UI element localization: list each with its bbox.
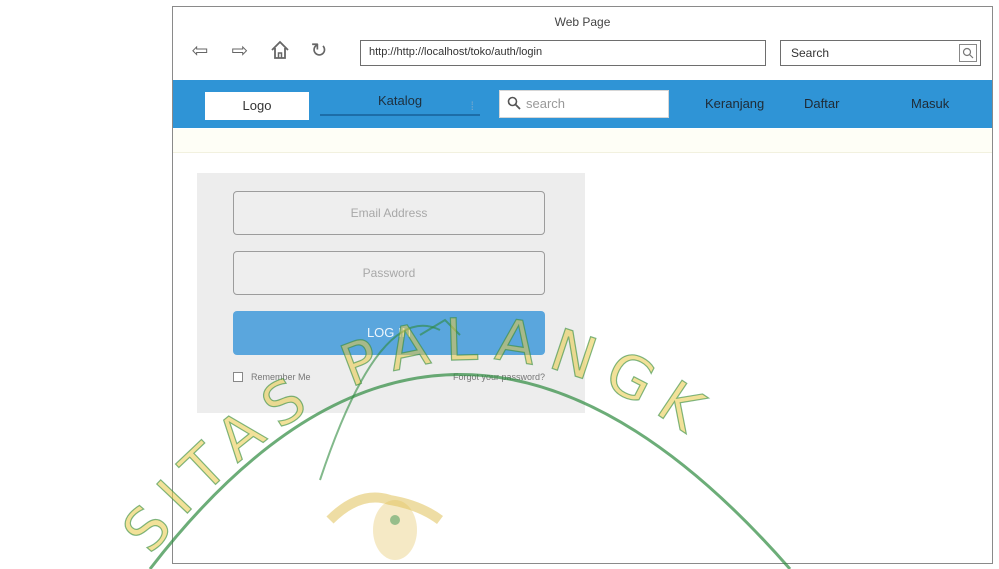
password-field[interactable]: Password [233,251,545,295]
site-search-input[interactable]: search [499,90,669,118]
nav-link-masuk[interactable]: Masuk [911,96,949,111]
login-card: Email Address Password LOG IN Remember M… [197,173,585,413]
search-icon[interactable] [959,44,977,62]
browser-search-field[interactable]: Search [780,40,981,66]
site-navbar: Logo Katalog ⁞ search Keranjang Daftar M… [173,80,992,128]
nav-link-keranjang[interactable]: Keranjang [705,96,764,111]
remember-row: Remember Me Forgot your password? [233,370,545,386]
forward-arrow-icon[interactable]: ⇨ [227,37,253,63]
nav-link-daftar[interactable]: Daftar [804,96,839,111]
katalog-label: Katalog [377,93,423,108]
browser-search-text: Search [791,46,830,60]
remember-label: Remember Me [251,372,311,382]
window-title: Web Page [554,15,611,29]
back-arrow-icon[interactable]: ⇦ [187,37,213,63]
email-field[interactable]: Email Address [233,191,545,235]
url-bar[interactable]: http://http://localhost/toko/auth/login [360,40,766,66]
content-top-band [173,129,992,153]
site-logo[interactable]: Logo [205,92,309,120]
home-icon[interactable] [267,37,293,63]
forgot-password-link[interactable]: Forgot your password? [453,372,545,382]
katalog-dropdown[interactable]: Katalog ⁞ [320,88,480,116]
browser-window: Web Page ⇦ ⇨ ↻ http://http://localhost/t… [172,6,993,564]
dropdown-handle-icon: ⁞ [470,99,474,113]
screenshot-canvas: Web Page ⇦ ⇨ ↻ http://http://localhost/t… [0,0,999,569]
refresh-icon[interactable]: ↻ [306,37,332,63]
magnifier-icon [507,96,521,110]
remember-checkbox[interactable] [233,372,243,382]
site-search-placeholder: search [526,96,566,111]
login-button[interactable]: LOG IN [233,311,545,355]
